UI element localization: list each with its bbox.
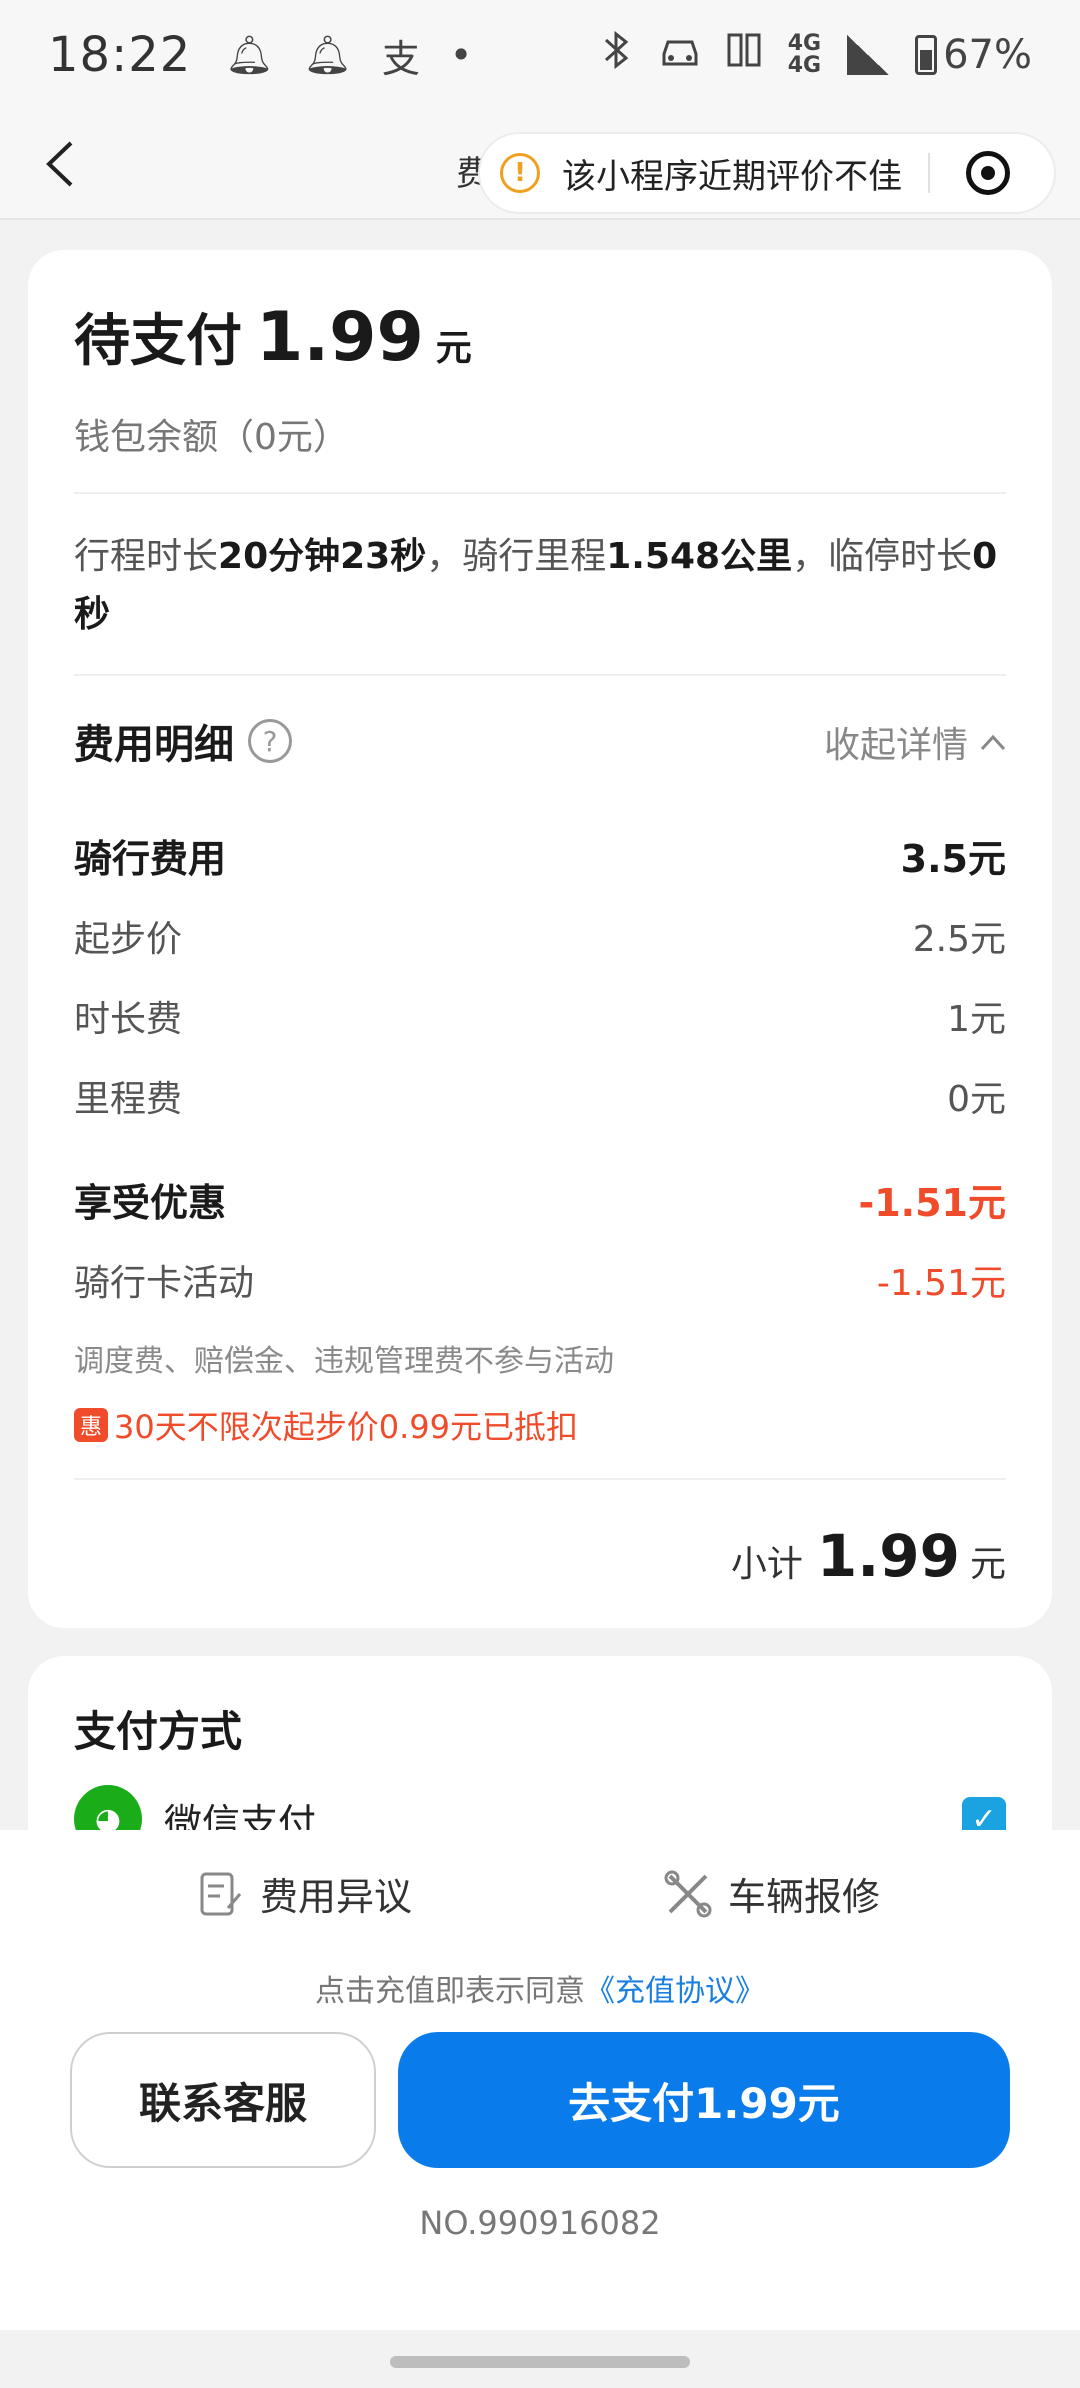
contact-service-button[interactable]: 联系客服 [70,2032,376,2168]
divider [74,1478,1006,1480]
bell-icon: 🔔︎ [303,32,352,77]
time-fee-row: 时长费 1元 [74,999,1006,1040]
pending-label: 待支付 [74,309,242,374]
subtotal-amount: 1.99 [816,1522,960,1590]
status-bar: 18:22 🔔︎ 🔔︎ 支 • 4G 4G 67% [0,0,1080,110]
pay-button[interactable]: 去支付1.99元 [398,2032,1010,2168]
car-icon [660,32,700,78]
order-card: 待支付 1.99 元 钱包余额（0元） 行程时长20分钟23秒，骑行里程1.54… [28,250,1052,1628]
pending-unit: 元 [435,328,472,369]
battery-level: 67% [943,32,1032,78]
signal-icon [847,35,890,75]
card-activity-row: 骑行卡活动 -1.51元 [74,1263,1006,1304]
capsule-divider [928,153,930,193]
bell-icon: 🔔︎ [225,32,274,77]
fee-dispute-label: 费用异议 [260,1875,413,1919]
pending-amount: 1.99 [256,298,424,377]
help-icon[interactable]: ? [248,719,292,763]
nfc-icon [726,32,762,78]
miniprogram-capsule[interactable]: ! 该小程序近期评价不佳 [478,132,1056,214]
pending-payment: 待支付 1.99 元 [74,296,472,377]
collapse-details-button[interactable]: 收起详情 [824,716,1006,768]
divider [74,674,1006,676]
subtotal: 小计 1.99 元 [731,1522,1006,1590]
battery-icon [915,35,938,75]
trip-summary: 行程时长20分钟23秒，骑行里程1.548公里，临停时长0秒 [74,536,998,635]
rating-warning-text: 该小程序近期评价不佳 [562,156,902,197]
recharge-agreement-link[interactable]: 《充值协议》 [585,1974,765,2009]
dot-icon: • [449,33,473,77]
order-number: NO.990916082 [419,2204,661,2242]
ride-fee-row: 骑行费用 3.5元 [74,837,1006,881]
action-links: 费用异议 车辆报修 [0,1866,1080,1936]
vehicle-repair-link[interactable]: 车辆报修 [662,1866,880,1921]
fee-dispute-link[interactable]: 费用异议 [194,1866,412,1921]
fee-detail-title: 费用明细 [74,722,234,768]
subtotal-label: 小计 [730,1544,803,1585]
trip-distance: 1.548公里 [606,536,793,577]
subtotal-unit: 元 [969,1544,1006,1585]
back-button[interactable] [30,134,90,194]
warning-icon: ! [500,153,540,193]
alipay-icon: 支 [381,36,420,81]
document-edit-icon [200,1872,242,1915]
discount-row: 享受优惠 -1.51元 [74,1181,1006,1225]
bluetooth-icon [600,30,634,80]
payment-method-title: 支付方式 [74,1707,243,1756]
promo-badge-icon: 惠 [74,1408,108,1442]
chevron-up-icon [980,734,1006,751]
recharge-agreement: 点击充值即表示同意《充值协议》 [315,1974,765,2009]
network-indicator: 4G 4G [787,31,822,78]
battery-indicator: 67% [915,32,1032,78]
promo-line: 惠 30天不限次起步价0.99元已抵扣 [74,1402,578,1448]
home-indicator[interactable] [390,2356,690,2368]
system-icons: 4G 4G 67% [600,30,1032,80]
wrench-icon [664,1870,712,1917]
base-price-row: 起步价 2.5元 [74,919,1006,960]
fee-detail-header: 费用明细 ? [74,712,292,770]
collapse-label: 收起详情 [823,725,968,766]
promo-text: 30天不限次起步价0.99元已抵扣 [114,1408,578,1446]
trip-duration: 20分钟23秒 [218,536,427,577]
close-miniprogram-icon[interactable] [966,151,1010,195]
distance-fee-row: 里程费 0元 [74,1079,1006,1120]
vehicle-repair-label: 车辆报修 [728,1875,881,1919]
wallet-balance: 钱包余额（0元） [74,417,349,458]
nav-bar: 费 ! 该小程序近期评价不佳 [0,110,1080,220]
notification-icons: 🔔︎ 🔔︎ 支 • [225,28,472,83]
status-time: 18:22 [48,27,192,83]
bottom-action-panel: 费用异议 车辆报修 点击充值即表示同意《充值协议》 联系客服 去支付1.99元 … [0,1830,1080,2330]
chevron-left-icon [46,141,73,187]
activity-note: 调度费、赔偿金、违规管理费不参与活动 [74,1344,614,1379]
divider [74,492,1006,494]
